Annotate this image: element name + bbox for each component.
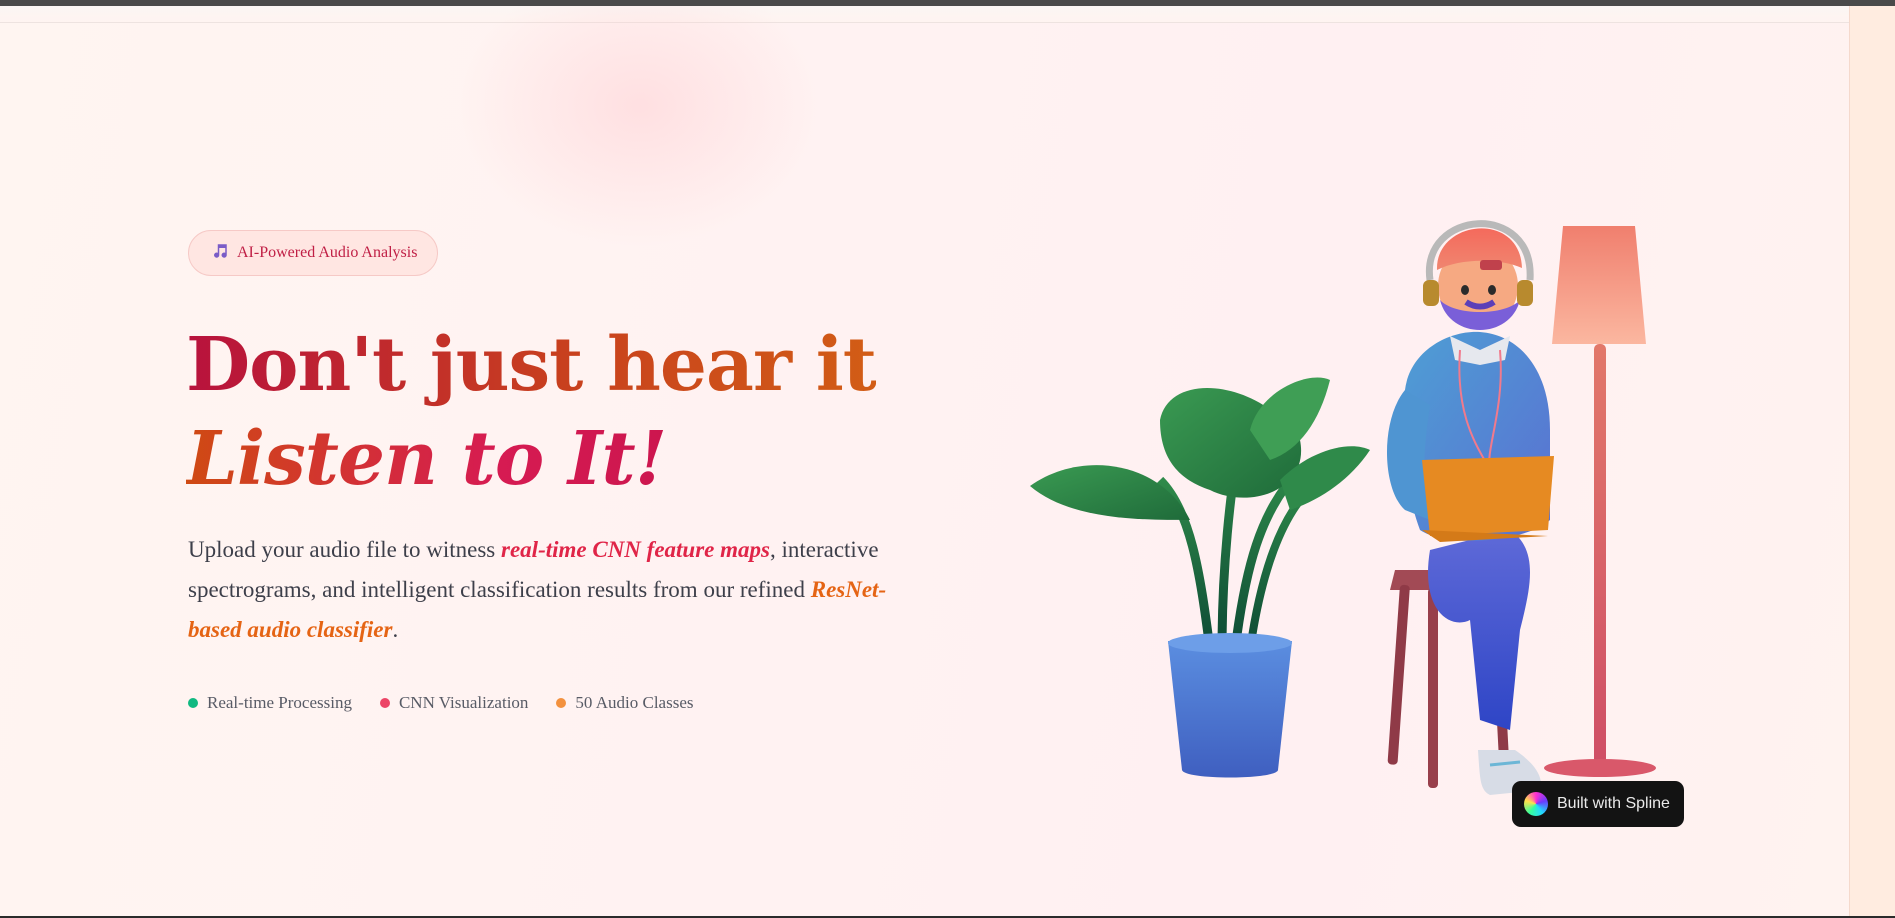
spline-badge-label: Built with Spline xyxy=(1557,795,1670,812)
scrollbar-track[interactable] xyxy=(1849,6,1895,916)
background-glow xyxy=(460,6,820,246)
feature-item-realtime: Real-time Processing xyxy=(188,693,352,713)
floor-lamp xyxy=(1544,226,1656,777)
feature-label: CNN Visualization xyxy=(398,693,529,712)
hero-badge: AI-Powered Audio Analysis xyxy=(188,230,439,276)
feature-item-classes: 50 Audio Classes xyxy=(556,693,693,713)
status-dot-green xyxy=(188,698,198,708)
headline-line-1: Don't just hear it xyxy=(186,318,877,412)
feature-label: Real-time Processing xyxy=(207,693,352,712)
spline-logo-icon xyxy=(1524,792,1548,816)
description-text-1: Upload your audio file to witness xyxy=(188,537,502,562)
description-text-3: . xyxy=(392,617,399,642)
music-note-icon xyxy=(211,242,229,265)
feature-item-cnn: CNN Visualization xyxy=(379,693,529,713)
status-dot-orange xyxy=(556,698,567,708)
hero-headline: Don't just hear it Listen to It! xyxy=(186,318,877,506)
person-with-laptop-illustration[interactable] xyxy=(1010,190,1710,830)
potted-plant xyxy=(1030,377,1370,778)
hero-badge-label: AI-Powered Audio Analysis xyxy=(237,244,418,261)
headline-line-2: Listen to It! xyxy=(186,412,876,506)
feature-label: 50 Audio Classes xyxy=(575,693,694,712)
description-highlight-cnn: real-time CNN feature maps xyxy=(501,537,770,562)
status-dot-pink xyxy=(379,698,390,708)
feature-list: Real-time Processing CNN Visualization 5… xyxy=(188,693,693,713)
person-figure xyxy=(1386,220,1554,795)
built-with-spline-button[interactable]: Built with Spline xyxy=(1512,781,1684,827)
top-nav-strip xyxy=(0,6,1849,23)
hero-description: Upload your audio file to witness real-t… xyxy=(188,530,928,650)
